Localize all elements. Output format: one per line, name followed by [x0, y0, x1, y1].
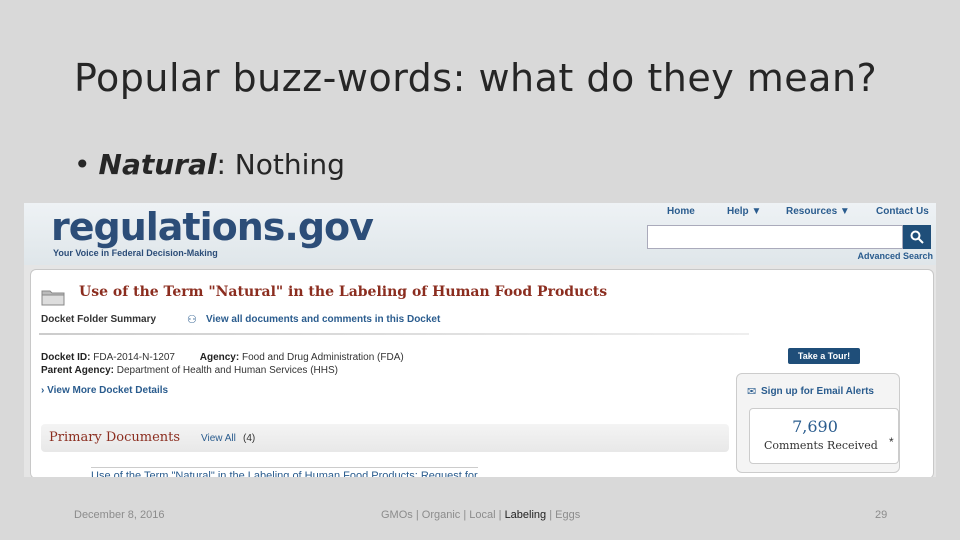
agency-value: Food and Drug Administration (FDA) — [241, 352, 404, 363]
divider — [39, 333, 749, 335]
footer-date: December 8, 2016 — [74, 509, 165, 521]
page-number: 29 — [875, 509, 888, 521]
parent-agency-row: Parent Agency: Department of Health and … — [41, 365, 338, 376]
docket-id-row: Docket ID: FDA-2014-N-1207 Agency: Food … — [41, 352, 404, 363]
docket-id-label: Docket ID: — [41, 352, 91, 363]
sidebar-box: ✉ Sign up for Email Alerts 7,690 Comment… — [736, 373, 900, 473]
slide-title: Popular buzz-words: what do they mean? — [74, 56, 878, 100]
footer-tags: GMOs | Organic | Local | Labeling | Eggs — [381, 509, 581, 521]
comments-received-box: 7,690 Comments Received * — [749, 408, 899, 464]
search-input[interactable] — [647, 225, 903, 249]
view-all-documents-link[interactable]: View all documents and comments in this … — [206, 314, 440, 325]
agency-label: Agency: — [199, 352, 240, 363]
parent-agency-label: Parent Agency: — [41, 365, 114, 376]
nav-help[interactable]: Help ▼ — [727, 206, 761, 217]
comment-count: 7,690 — [792, 417, 838, 436]
view-more-docket-details-link[interactable]: › View More Docket Details — [41, 385, 168, 396]
glasses-icon: ⚇ — [187, 314, 197, 326]
primary-view-all-link[interactable]: View All — [201, 433, 236, 444]
primary-documents-bar: Primary Documents View All (4) — [41, 424, 729, 452]
site-tagline: Your Voice in Federal Decision-Making — [53, 248, 218, 258]
advanced-search-link[interactable]: Advanced Search — [857, 251, 933, 261]
nav-home[interactable]: Home — [667, 206, 695, 217]
site-header: regulations.gov Your Voice in Federal De… — [24, 203, 936, 265]
primary-document-link[interactable]: Use of the Term "Natural" in the Labelin… — [91, 467, 478, 477]
footer-tag: Organic — [421, 509, 461, 521]
nav-help-label: Help — [727, 206, 749, 217]
search-button[interactable] — [903, 225, 931, 249]
chevron-down-icon: ▼ — [839, 206, 850, 217]
docket-title: Use of the Term "Natural" in the Labelin… — [79, 284, 608, 300]
footer-tag: Eggs — [555, 509, 581, 521]
site-logo[interactable]: regulations.gov — [51, 205, 374, 249]
primary-count: (4) — [243, 433, 256, 444]
parent-agency-value: Department of Health and Human Services … — [116, 365, 338, 376]
more-details-label: View More Docket Details — [47, 385, 169, 396]
regulations-screenshot: regulations.gov Your Voice in Federal De… — [24, 203, 936, 477]
footer-tag-active: Labeling — [504, 509, 547, 521]
search-icon — [910, 230, 924, 244]
nav-resources-label: Resources — [786, 206, 838, 217]
docket-folder-summary: Docket Folder Summary — [41, 314, 157, 325]
footer-tag: GMOs — [381, 509, 413, 521]
bullet-term: Natural — [98, 148, 217, 181]
comment-label: Comments Received — [764, 439, 878, 452]
bullet-colon: : — [216, 148, 226, 181]
bullet-text: Nothing — [225, 148, 345, 181]
nav-contact[interactable]: Contact Us — [876, 206, 929, 217]
nav-resources[interactable]: Resources ▼ — [786, 206, 850, 217]
take-a-tour-button[interactable]: Take a Tour! — [788, 348, 860, 364]
folder-icon — [41, 290, 65, 306]
content-area: Use of the Term "Natural" in the Labelin… — [24, 265, 936, 477]
docket-id-value: FDA-2014-N-1207 — [93, 352, 175, 363]
envelope-icon: ✉ — [747, 386, 757, 398]
email-alerts-link[interactable]: Sign up for Email Alerts — [761, 386, 874, 397]
asterisk: * — [889, 435, 894, 449]
chevron-down-icon: ▼ — [751, 206, 762, 217]
bullet-natural: • Natural: Nothing — [74, 148, 345, 181]
primary-documents-title: Primary Documents — [49, 430, 181, 445]
footer-tag: Local — [469, 509, 496, 521]
bullet-dot: • — [74, 148, 91, 181]
